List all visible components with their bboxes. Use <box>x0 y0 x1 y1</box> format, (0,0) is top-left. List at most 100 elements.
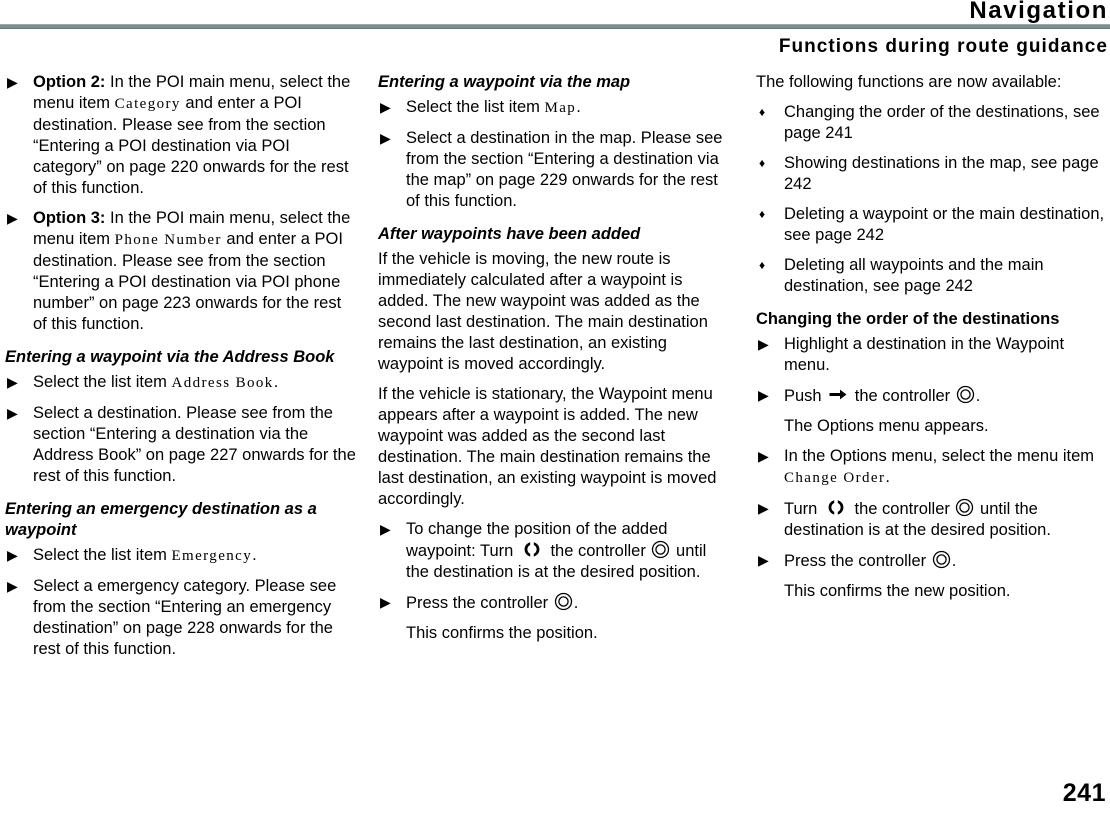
push-text-b: the controller <box>850 387 955 405</box>
select-emergency-text-b: . <box>252 546 257 564</box>
column-3: The following functions are now availabl… <box>756 72 1108 611</box>
option-2-lead: Option 2: <box>33 73 106 91</box>
select-destination-map-text: Select a destination in the map. Please … <box>406 129 723 210</box>
paragraph-vehicle-stationary: If the vehicle is stationary, the Waypoi… <box>378 385 717 508</box>
bullet-text: Deleting a waypoint or the main destinat… <box>784 205 1105 244</box>
bullet-text: Deleting all waypoints and the main dest… <box>784 256 1044 295</box>
step-select-emergency-category: ▶ Select a emergency category. Please se… <box>5 576 357 660</box>
step-option-3: ▶ Option 3: In the POI main menu, select… <box>5 208 357 335</box>
push-text-c: . <box>975 387 981 405</box>
heading-changing-order-destinations: Changing the order of the destinations <box>756 310 1060 328</box>
controller-icon <box>651 540 670 559</box>
step-marker-icon: ▶ <box>380 521 391 537</box>
press-controller-text-a: Press the controller <box>784 552 931 570</box>
menu-item-category: Category <box>114 96 181 112</box>
press-controller-text-b: . <box>951 552 957 570</box>
menu-item-address-book: Address Book <box>171 375 274 391</box>
step-marker-icon: ▶ <box>758 448 769 464</box>
step-marker-icon: ▶ <box>7 578 18 594</box>
turn-text-a: Turn <box>784 500 822 518</box>
list-item: ♦ Deleting all waypoints and the main de… <box>756 255 1108 297</box>
select-emergency-category-text: Select a emergency category. Please see … <box>33 577 337 658</box>
controller-icon <box>932 550 951 569</box>
step-press-controller-col3: ▶ Press the controller . <box>756 550 1108 572</box>
section-title: Functions during route guidance <box>778 36 1108 57</box>
step-select-map: ▶ Select the list item Map. <box>378 97 730 119</box>
push-right-arrow-icon <box>828 385 848 404</box>
page-body: ▶ Option 2: In the POI main menu, select… <box>0 72 1110 772</box>
bullet-text: Changing the order of the destinations, … <box>784 103 1100 142</box>
select-address-book-text-a: Select the list item <box>33 373 172 391</box>
step-marker-icon: ▶ <box>7 547 18 563</box>
controller-icon <box>554 592 573 611</box>
step-marker-icon: ▶ <box>7 374 18 390</box>
option-3-lead: Option 3: <box>33 209 106 227</box>
change-order-text-b: . <box>885 468 890 486</box>
step-press-controller-col2: ▶ Press the controller . <box>378 592 730 614</box>
step-push-controller: ▶ Push the controller . <box>756 385 1108 407</box>
controller-icon <box>955 498 974 517</box>
menu-item-map: Map <box>544 100 577 116</box>
press-controller-text-b: . <box>573 594 579 612</box>
step-select-destination-in-map: ▶ Select a destination in the map. Pleas… <box>378 128 730 212</box>
heading-entering-waypoint-address-book: Entering a waypoint via the Address Book <box>5 348 335 366</box>
header-divider-rule <box>0 24 1110 29</box>
step-marker-icon: ▶ <box>758 500 769 516</box>
menu-item-emergency: Emergency <box>171 548 253 564</box>
step-marker-icon: ▶ <box>758 336 769 352</box>
select-map-text-b: . <box>576 98 581 116</box>
heading-entering-emergency-destination: Entering an emergency destination as a w… <box>5 500 317 539</box>
column-1: ▶ Option 2: In the POI main menu, select… <box>5 72 357 669</box>
list-item: ♦ Showing destinations in the map, see p… <box>756 153 1108 195</box>
push-text-a: Push <box>784 387 827 405</box>
turn-controller-icon <box>520 540 544 559</box>
intro-following-functions: The following functions are now availabl… <box>756 73 1062 91</box>
step-select-address-book: ▶ Select the list item Address Book. <box>5 372 357 394</box>
select-address-book-text-b: . <box>273 373 279 391</box>
step-change-waypoint-position: ▶ To change the position of the added wa… <box>378 519 730 583</box>
step-marker-icon: ▶ <box>7 405 18 421</box>
step-highlight-destination: ▶ Highlight a destination in the Waypoin… <box>756 334 1108 376</box>
heading-entering-waypoint-via-map: Entering a waypoint via the map <box>378 73 631 91</box>
select-destination-text: Select a destination. Please see from th… <box>33 404 356 485</box>
list-item: ♦ Changing the order of the destinations… <box>756 102 1108 144</box>
menu-item-change-order: Change Order <box>784 470 886 486</box>
turn-controller-icon <box>824 498 848 517</box>
page-header: Navigation Functions during route guidan… <box>0 0 1110 66</box>
note-confirms-position: This confirms the position. <box>406 624 598 642</box>
highlight-destination-text: Highlight a destination in the Waypoint … <box>784 335 1065 374</box>
change-order-text-a: In the Options menu, select the menu ite… <box>784 447 1094 465</box>
step-option-2: ▶ Option 2: In the POI main menu, select… <box>5 72 357 199</box>
paragraph-vehicle-moving: If the vehicle is moving, the new route … <box>378 250 708 373</box>
press-controller-text-a: Press the controller <box>406 594 553 612</box>
heading-after-waypoints-added: After waypoints have been added <box>378 225 641 243</box>
bullet-diamond-icon: ♦ <box>759 258 766 272</box>
step-marker-icon: ▶ <box>380 594 391 610</box>
step-marker-icon: ▶ <box>7 74 18 90</box>
bullet-diamond-icon: ♦ <box>759 207 766 221</box>
bullet-text: Showing destinations in the map, see pag… <box>784 154 1099 193</box>
list-item: ♦ Deleting a waypoint or the main destin… <box>756 204 1108 246</box>
bullet-diamond-icon: ♦ <box>759 156 766 170</box>
menu-item-phone-number: Phone Number <box>114 232 222 248</box>
step-select-change-order: ▶ In the Options menu, select the menu i… <box>756 446 1108 489</box>
step-select-destination-address-book: ▶ Select a destination. Please see from … <box>5 403 357 487</box>
step-select-emergency: ▶ Select the list item Emergency. <box>5 545 357 567</box>
bullet-diamond-icon: ♦ <box>759 105 766 119</box>
step-marker-icon: ▶ <box>758 387 769 403</box>
column-2: Entering a waypoint via the map ▶ Select… <box>378 72 730 653</box>
select-map-text-a: Select the list item <box>406 98 545 116</box>
select-emergency-text-a: Select the list item <box>33 546 172 564</box>
step-turn-controller: ▶ Turn the controller until the destinat… <box>756 498 1108 541</box>
change-position-text-b: the controller <box>545 542 651 560</box>
controller-icon <box>956 385 975 404</box>
page-number: 241 <box>1062 779 1106 807</box>
step-marker-icon: ▶ <box>380 99 391 115</box>
step-marker-icon: ▶ <box>758 552 769 568</box>
step-marker-icon: ▶ <box>7 210 18 226</box>
step-marker-icon: ▶ <box>380 130 391 146</box>
note-options-menu-appears: The Options menu appears. <box>784 417 989 435</box>
turn-text-b: the controller <box>849 500 955 518</box>
chapter-title: Navigation <box>969 0 1108 24</box>
note-confirms-new-position: This confirms the new position. <box>784 582 1011 600</box>
